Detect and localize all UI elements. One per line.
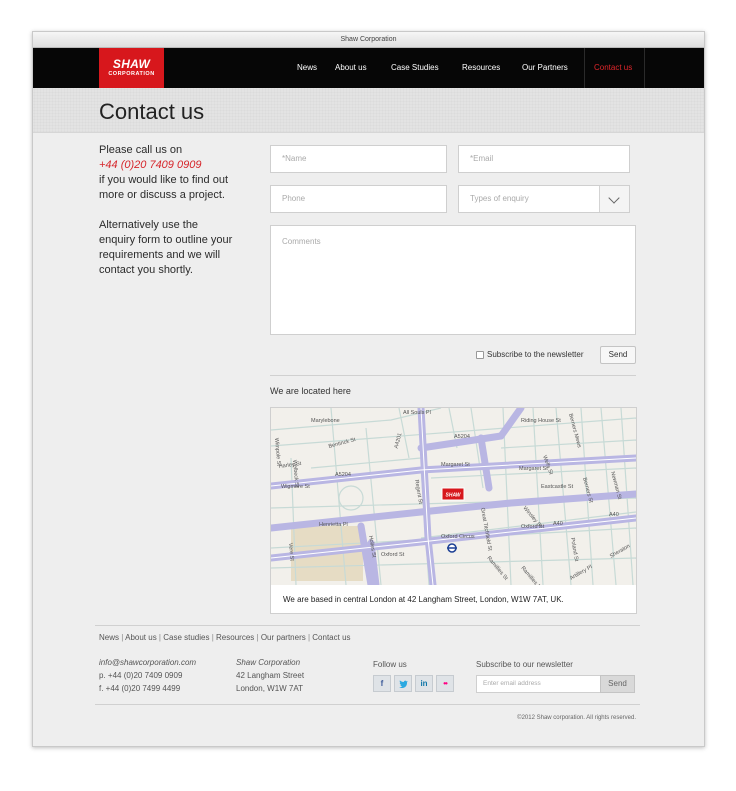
intro-call-text: Please call us on — [99, 144, 183, 156]
map-label: A40 — [553, 521, 563, 527]
newsletter-send-button[interactable]: Send — [600, 675, 635, 693]
divider — [270, 375, 636, 376]
footer-link-about-us[interactable]: About us — [125, 633, 157, 642]
copyright: ©2012 Shaw corporation. All rights reser… — [517, 715, 636, 721]
phone-field[interactable]: Phone — [270, 185, 447, 213]
street-map[interactable]: Marylebone A5204 A4201 Regent St Wigmore… — [271, 408, 636, 585]
logo-wordmark: SHAW — [112, 57, 151, 71]
map-label: Eastcastle St — [541, 484, 574, 490]
footer-link-our-partners[interactable]: Our partners — [261, 633, 306, 642]
subscribe-label: Subscribe to the newsletter — [487, 350, 584, 359]
page-header: Contact us — [33, 88, 704, 133]
linkedin-icon[interactable]: in — [415, 675, 433, 692]
map-label: All Souls Pl — [403, 410, 431, 416]
subscribe-row: Subscribe to the newsletter — [476, 350, 584, 359]
footer-link-resources[interactable]: Resources — [216, 633, 254, 642]
nav-news[interactable]: News — [297, 48, 317, 88]
location-heading: We are located here — [270, 386, 351, 396]
footer-phone: p. +44 (0)20 7409 0909 — [99, 671, 183, 680]
map-label: Margaret St — [519, 466, 548, 472]
footer-divider — [95, 704, 640, 705]
twitter-bird-icon — [398, 680, 408, 689]
footer-divider — [95, 625, 640, 626]
nav-our-partners[interactable]: Our Partners — [522, 48, 568, 88]
name-field[interactable]: *Name — [270, 145, 447, 173]
map-label: Oxford Circus — [441, 534, 475, 540]
map-label: Henrietta Pl — [319, 522, 348, 528]
chevron-down-icon — [608, 192, 620, 204]
footer-link-contact-us[interactable]: Contact us — [312, 633, 350, 642]
intro-call-text-2: if you would like to find out more or di… — [99, 174, 229, 201]
map-label: A5204 — [454, 434, 470, 440]
map-caption: We are based in central London at 42 Lan… — [283, 595, 564, 604]
footer-street: 42 Langham Street — [236, 671, 305, 680]
flickr-icon[interactable]: •• — [436, 675, 454, 692]
map-label: Margaret St — [441, 462, 470, 468]
shaw-logo[interactable]: SHAW CORPORATION — [99, 48, 164, 88]
footer-link-news[interactable]: News — [99, 633, 119, 642]
enquiry-type-select[interactable]: Types of enquiry — [458, 185, 630, 213]
nav-resources[interactable]: Resources — [462, 48, 500, 88]
newsletter-label: Subscribe to our newsletter — [476, 660, 573, 669]
comments-field[interactable]: Comments — [270, 225, 636, 335]
map-label: Marylebone — [311, 418, 340, 424]
newsletter-email-input[interactable]: Enter email address — [476, 675, 601, 693]
nav-divider — [644, 48, 645, 88]
nav-divider — [584, 48, 585, 88]
footer-company: Shaw Corporation — [236, 658, 301, 667]
page-title: Contact us — [99, 99, 205, 124]
intro-paragraph-1: Please call us on +44 (0)20 7409 0909 if… — [99, 143, 234, 203]
phone-link[interactable]: +44 (0)20 7409 0909 — [99, 159, 201, 171]
map-label: A5204 — [335, 472, 351, 478]
map-label: Oxford St — [381, 552, 405, 558]
contact-intro: Please call us on +44 (0)20 7409 0909 if… — [99, 143, 234, 293]
nav-about-us[interactable]: About us — [335, 48, 367, 88]
subscribe-checkbox[interactable] — [476, 350, 484, 359]
nav-contact-us[interactable]: Contact us — [594, 48, 632, 88]
send-button[interactable]: Send — [600, 346, 636, 364]
email-field[interactable]: *Email — [458, 145, 630, 173]
footer-link-case-studies[interactable]: Case studies — [163, 633, 209, 642]
footer-city: London, W1W 7AT — [236, 684, 303, 693]
logo-subtitle: CORPORATION — [108, 71, 155, 77]
dropdown-button[interactable] — [599, 186, 629, 212]
follow-us-label: Follow us — [373, 660, 407, 669]
footer-address: Shaw Corporation 42 Langham Street Londo… — [236, 656, 304, 695]
location-map-panel: Marylebone A5204 A4201 Regent St Wigmore… — [270, 407, 637, 614]
intro-paragraph-2: Alternatively use the enquiry form to ou… — [99, 219, 233, 276]
browser-window: Shaw Corporation SHAW CORPORATION News A… — [32, 31, 705, 747]
enquiry-type-placeholder: Types of enquiry — [470, 194, 529, 203]
footer-links: News | About us | Case studies | Resourc… — [99, 633, 351, 642]
twitter-icon[interactable] — [394, 675, 412, 692]
window-title: Shaw Corporation — [33, 32, 704, 48]
facebook-icon[interactable]: f — [373, 675, 391, 692]
map-label: A40 — [609, 512, 619, 518]
map-graphic: Marylebone A5204 A4201 Regent St Wigmore… — [271, 408, 636, 585]
footer-contact: info@shawcorporation.com p. +44 (0)20 74… — [99, 656, 196, 695]
top-navbar: SHAW CORPORATION News About us Case Stud… — [33, 48, 704, 88]
map-label: Riding House St — [521, 418, 561, 424]
office-marker-label: SHAW — [446, 493, 462, 499]
footer-email-link[interactable]: info@shawcorporation.com — [99, 656, 196, 669]
nav-case-studies[interactable]: Case Studies — [391, 48, 439, 88]
footer-fax: f. +44 (0)20 7499 4499 — [99, 684, 181, 693]
social-icons: f in •• — [373, 675, 457, 692]
